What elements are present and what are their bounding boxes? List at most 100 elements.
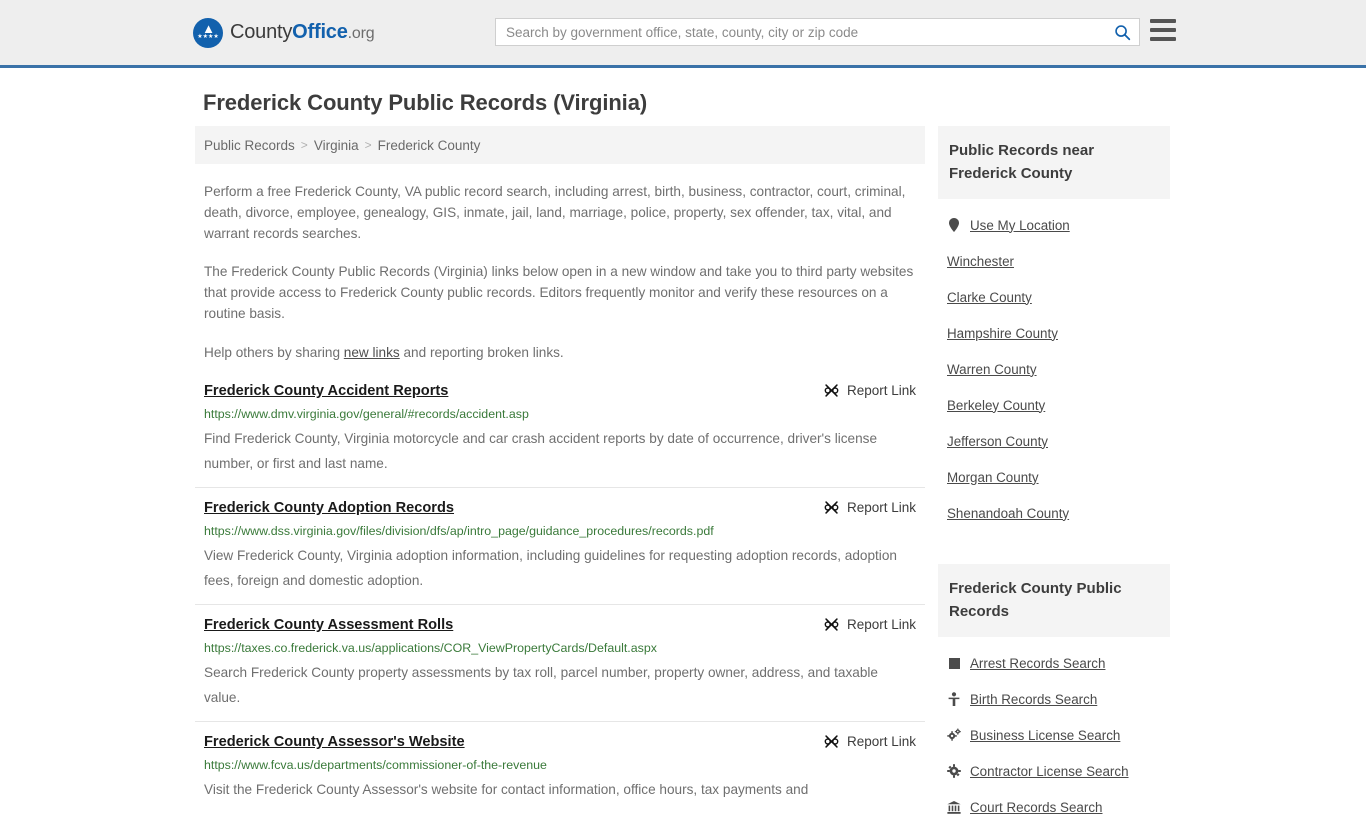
site-header: ▲ ★★★★ CountyOffice.org xyxy=(0,0,1366,68)
broken-link-icon xyxy=(824,618,839,631)
logo-text-office: Office xyxy=(292,21,348,43)
logo-text-county: County xyxy=(230,21,293,43)
result-title-link[interactable]: Frederick County Accident Reports xyxy=(204,382,448,401)
sidebar-link[interactable]: Jefferson County xyxy=(947,434,1048,449)
breadcrumb-separator: > xyxy=(300,138,308,152)
sidebar: Public Records near Frederick County Use… xyxy=(938,126,1170,825)
sidebar-link[interactable]: Court Records Search xyxy=(970,800,1102,815)
sidebar-link[interactable]: Hampshire County xyxy=(947,326,1058,341)
new-links-link[interactable]: new links xyxy=(344,345,400,360)
sidebar-item-business-license-search[interactable]: Business License Search xyxy=(947,717,1170,753)
sidebar-link[interactable]: Berkeley County xyxy=(947,398,1045,413)
intro-paragraph-2: The Frederick County Public Records (Vir… xyxy=(204,264,914,321)
result-description: Find Frederick County, Virginia motorcyc… xyxy=(204,431,878,471)
results-list: Frederick County Accident Reports Report… xyxy=(195,382,925,813)
hamburger-bar xyxy=(1150,28,1176,32)
sidebar-block-nearby: Public Records near Frederick County Use… xyxy=(938,126,1170,531)
sidebar-link[interactable]: Contractor License Search xyxy=(970,764,1129,779)
sidebar-link[interactable]: Business License Search xyxy=(970,728,1120,743)
eagle-seal-icon: ▲ ★★★★ xyxy=(193,17,223,48)
report-link-label: Report Link xyxy=(846,383,916,398)
report-link-button[interactable]: Report Link xyxy=(824,383,916,398)
result-header: Frederick County Adoption Records Report… xyxy=(204,499,916,518)
sidebar-heading-records: Frederick County Public Records xyxy=(938,564,1170,637)
gears-icon xyxy=(947,728,961,742)
sidebar-link[interactable]: Birth Records Search xyxy=(970,692,1097,707)
result-url[interactable]: https://www.fcva.us/departments/commissi… xyxy=(204,757,916,773)
sidebar-item-contractor-license-search[interactable]: Contractor License Search xyxy=(947,753,1170,789)
broken-link-icon xyxy=(824,384,839,397)
page-title: Frederick County Public Records (Virgini… xyxy=(203,90,648,115)
result-header: Frederick County Assessor's Website Repo… xyxy=(204,733,916,752)
search-bar xyxy=(495,18,1140,46)
intro-section: Perform a free Frederick County, VA publ… xyxy=(195,181,925,363)
gear-icon xyxy=(947,764,961,778)
sidebar-item-hampshire-county[interactable]: Hampshire County xyxy=(947,315,1170,351)
sidebar-item-winchester[interactable]: Winchester xyxy=(947,243,1170,279)
result-url[interactable]: https://www.dmv.virginia.gov/general/#re… xyxy=(204,406,916,422)
sidebar-item-court-records-search[interactable]: Court Records Search xyxy=(947,789,1170,825)
sidebar-item-shenandoah-county[interactable]: Shenandoah County xyxy=(947,495,1170,531)
sidebar-link[interactable]: Use My Location xyxy=(970,218,1070,233)
search-button[interactable] xyxy=(1105,19,1139,45)
share-line: Help others by sharing new links and rep… xyxy=(204,342,916,363)
result-title-link[interactable]: Frederick County Assessment Rolls xyxy=(204,616,453,635)
result-title-link[interactable]: Frederick County Assessor's Website xyxy=(204,733,465,752)
share-prefix: Help others by sharing xyxy=(204,345,344,360)
report-link-button[interactable]: Report Link xyxy=(824,734,916,749)
result-header: Frederick County Accident Reports Report… xyxy=(204,382,916,401)
sidebar-item-morgan-county[interactable]: Morgan County xyxy=(947,459,1170,495)
result-item: Frederick County Assessment Rolls Report… xyxy=(195,616,925,722)
search-icon xyxy=(1114,24,1130,40)
broken-link-icon xyxy=(824,735,839,748)
sidebar-item-warren-county[interactable]: Warren County xyxy=(947,351,1170,387)
courthouse-icon xyxy=(947,800,961,814)
sidebar-block-records: Frederick County Public Records Arrest R… xyxy=(938,564,1170,825)
result-item: Frederick County Assessor's Website Repo… xyxy=(195,733,925,813)
intro-paragraph-1: Perform a free Frederick County, VA publ… xyxy=(204,184,906,241)
result-url[interactable]: https://taxes.co.frederick.va.us/applica… xyxy=(204,640,916,656)
result-item: Frederick County Adoption Records Report… xyxy=(195,499,925,605)
sidebar-item-berkeley-county[interactable]: Berkeley County xyxy=(947,387,1170,423)
sidebar-link[interactable]: Arrest Records Search xyxy=(970,656,1105,671)
sidebar-item-jefferson-county[interactable]: Jefferson County xyxy=(947,423,1170,459)
hamburger-bar xyxy=(1150,37,1176,41)
search-input[interactable] xyxy=(496,19,1105,45)
report-link-label: Report Link xyxy=(846,617,916,632)
sidebar-link[interactable]: Warren County xyxy=(947,362,1037,377)
result-title-link[interactable]: Frederick County Adoption Records xyxy=(204,499,454,518)
hamburger-menu-button[interactable] xyxy=(1150,19,1176,41)
sidebar-item-clarke-county[interactable]: Clarke County xyxy=(947,279,1170,315)
sidebar-list-nearby: Use My Location Winchester Clarke County… xyxy=(938,199,1170,531)
hamburger-bar xyxy=(1150,19,1176,23)
report-link-button[interactable]: Report Link xyxy=(824,617,916,632)
sidebar-link[interactable]: Winchester xyxy=(947,254,1014,269)
broken-link-icon xyxy=(824,501,839,514)
result-url[interactable]: https://www.dss.virginia.gov/files/divis… xyxy=(204,523,916,539)
logo-text: CountyOffice.org xyxy=(230,21,375,44)
breadcrumb-item-frederick-county: Frederick County xyxy=(377,137,481,153)
result-description: Visit the Frederick County Assessor's we… xyxy=(204,782,809,797)
sidebar-link[interactable]: Clarke County xyxy=(947,290,1032,305)
sidebar-link[interactable]: Morgan County xyxy=(947,470,1039,485)
report-link-button[interactable]: Report Link xyxy=(824,500,916,515)
result-description: Search Frederick County property assessm… xyxy=(204,665,878,705)
square-icon xyxy=(947,657,961,669)
sidebar-item-use-my-location[interactable]: Use My Location xyxy=(947,207,1170,243)
result-header: Frederick County Assessment Rolls Report… xyxy=(204,616,916,635)
map-pin-icon xyxy=(947,218,961,232)
report-link-label: Report Link xyxy=(846,734,916,749)
breadcrumb-item-public-records[interactable]: Public Records xyxy=(204,138,295,153)
site-logo[interactable]: ▲ ★★★★ CountyOffice.org xyxy=(193,17,375,48)
result-item: Frederick County Accident Reports Report… xyxy=(195,382,925,488)
person-icon xyxy=(947,692,961,706)
sidebar-heading-nearby: Public Records near Frederick County xyxy=(938,126,1170,199)
report-link-label: Report Link xyxy=(846,500,916,515)
main-content: Public Records > Virginia > Frederick Co… xyxy=(195,126,925,824)
breadcrumb-item-virginia[interactable]: Virginia xyxy=(314,138,359,153)
sidebar-link[interactable]: Shenandoah County xyxy=(947,506,1069,521)
breadcrumb: Public Records > Virginia > Frederick Co… xyxy=(195,126,925,164)
sidebar-item-birth-records-search[interactable]: Birth Records Search xyxy=(947,681,1170,717)
result-description: View Frederick County, Virginia adoption… xyxy=(204,548,897,588)
sidebar-item-arrest-records-search[interactable]: Arrest Records Search xyxy=(947,645,1170,681)
